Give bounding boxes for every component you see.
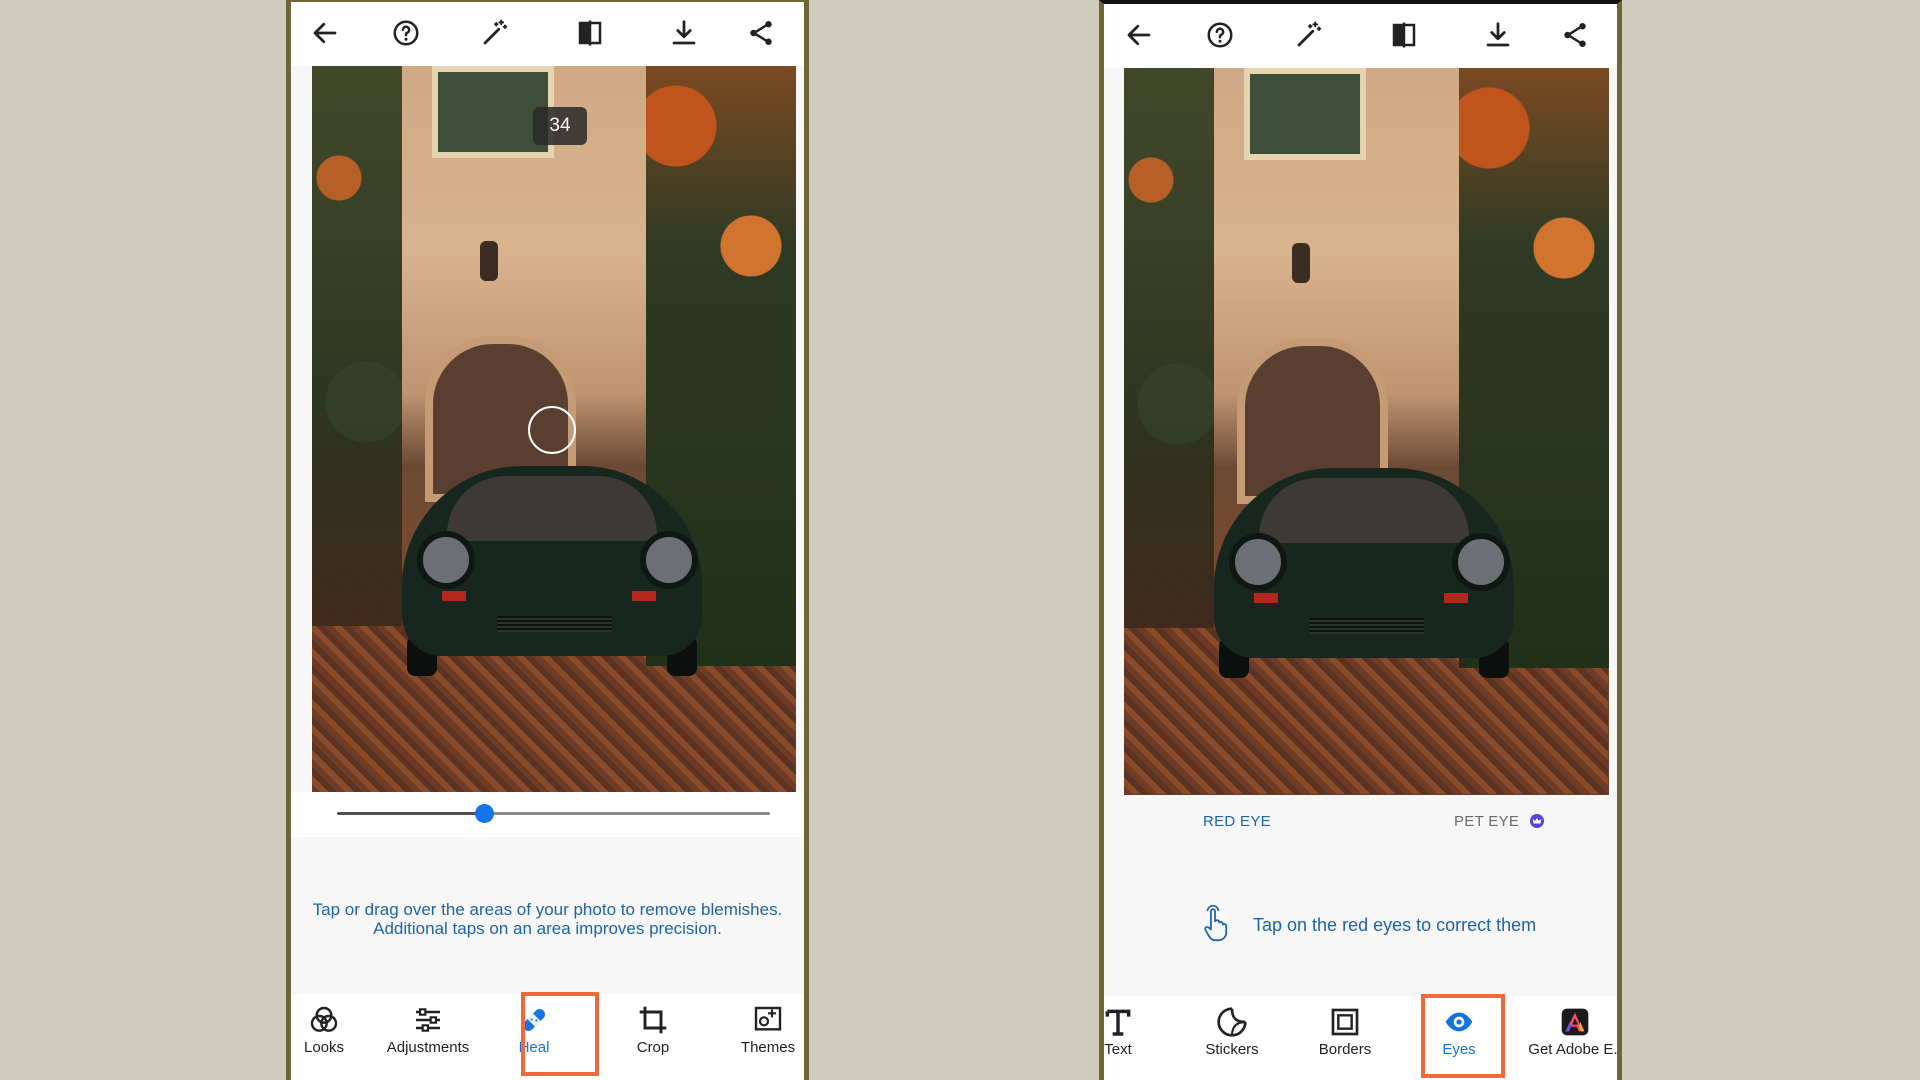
brush-cursor-circle [528,406,576,454]
compare-icon[interactable] [1389,20,1419,50]
help-icon[interactable] [391,18,421,48]
top-toolbar [1104,4,1617,68]
nav-label: Borders [1318,1041,1372,1058]
download-icon[interactable] [1483,20,1513,50]
photo-car-windshield [1259,478,1469,543]
photo-car-grill [497,616,612,632]
slider-fill [337,812,485,815]
photo-canvas[interactable] [1124,68,1609,795]
photo-car-taillight [1444,593,1468,603]
help-icon[interactable] [1205,20,1235,50]
looks-icon [310,1006,338,1032]
nav-looks[interactable]: Looks [291,994,379,1078]
heal-instructions-line1: Tap or drag over the areas of your photo… [312,900,783,919]
nav-borders[interactable]: Borders [1290,996,1400,1080]
themes-icon [754,1006,782,1031]
photo-window [1244,68,1366,160]
phone-screen-heal: 34 Tap or drag over the areas of your ph… [286,0,809,1080]
photo-car-headlight [640,531,698,589]
top-toolbar [291,2,804,66]
tap-hand-icon [1198,904,1232,943]
photo-lamp [1292,243,1310,283]
stickers-icon [1217,1007,1247,1037]
nav-label: Get Adobe E.. [1528,1041,1622,1058]
phone-screen-eyes: RED EYE PET EYE Tap on the red eyes to c… [1099,0,1622,1080]
nav-themes[interactable]: Themes [713,994,804,1078]
photo-lamp [480,241,498,281]
photo-car-windshield [447,476,657,541]
brush-size-slider[interactable] [337,804,770,823]
heal-instructions: Tap or drag over the areas of your photo… [291,900,804,938]
nav-label: Themes [740,1039,796,1056]
bottom-tool-nav: Looks Adjustments Heal Crop Themes [291,992,804,1080]
nav-text[interactable]: Text [1104,996,1173,1080]
selected-tool-highlight [521,992,599,1076]
bottom-tool-nav: Text Stickers Borders Eyes Get Adobe E.. [1104,994,1617,1080]
photo-car-taillight [632,591,656,601]
nav-label: Crop [636,1039,670,1056]
tab-pet-eye-label: PET EYE [1454,813,1520,830]
nav-stickers[interactable]: Stickers [1177,996,1287,1080]
text-icon [1105,1009,1131,1036]
premium-crown-icon [1529,814,1544,828]
adjustments-icon [416,1008,440,1032]
nav-crop[interactable]: Crop [598,994,708,1078]
nav-label: Stickers [1205,1041,1259,1058]
photo-car-taillight [442,591,466,601]
borders-icon [1331,1008,1359,1036]
download-icon[interactable] [669,18,699,48]
photo-car-headlight [1452,533,1510,591]
photo-hedge-left [1124,68,1214,628]
crop-icon [639,1006,667,1034]
eyes-instructions-text: Tap on the red eyes to correct them [1253,915,1537,935]
magic-wand-icon[interactable] [1294,20,1324,50]
eyes-instructions: Tap on the red eyes to correct them [1104,899,1617,949]
photo-hedge-left [312,66,402,626]
magic-wand-icon[interactable] [480,18,510,48]
brush-size-badge: 34 [533,107,587,145]
slider-thumb[interactable] [475,804,495,823]
tab-pet-eye[interactable]: PET EYE [1454,813,1544,830]
eye-mode-tabs: RED EYE PET EYE [1104,801,1617,846]
tab-red-eye[interactable]: RED EYE [1203,813,1271,830]
nav-label: Looks [303,1039,345,1056]
nav-label: Text [1104,1041,1132,1058]
brush-size-slider-area [291,792,804,837]
photo-canvas[interactable]: 34 [312,66,796,792]
share-icon[interactable] [1560,20,1590,50]
photo-car-taillight [1254,593,1278,603]
share-icon[interactable] [746,18,776,48]
nav-label: Adjustments [386,1039,470,1056]
photo-car-headlight [1229,533,1287,591]
nav-get-adobe-express[interactable]: Get Adobe E.. [1520,996,1622,1080]
back-arrow-icon[interactable] [1124,20,1154,50]
heal-instructions-line2: Additional taps on an area improves prec… [373,919,722,938]
back-arrow-icon[interactable] [310,18,340,48]
adobe-express-icon [1561,1008,1589,1036]
nav-adjustments[interactable]: Adjustments [373,994,483,1078]
selected-tool-highlight [1421,994,1505,1078]
photo-car-headlight [417,531,475,589]
compare-icon[interactable] [575,18,605,48]
photo-car-grill [1309,618,1424,634]
